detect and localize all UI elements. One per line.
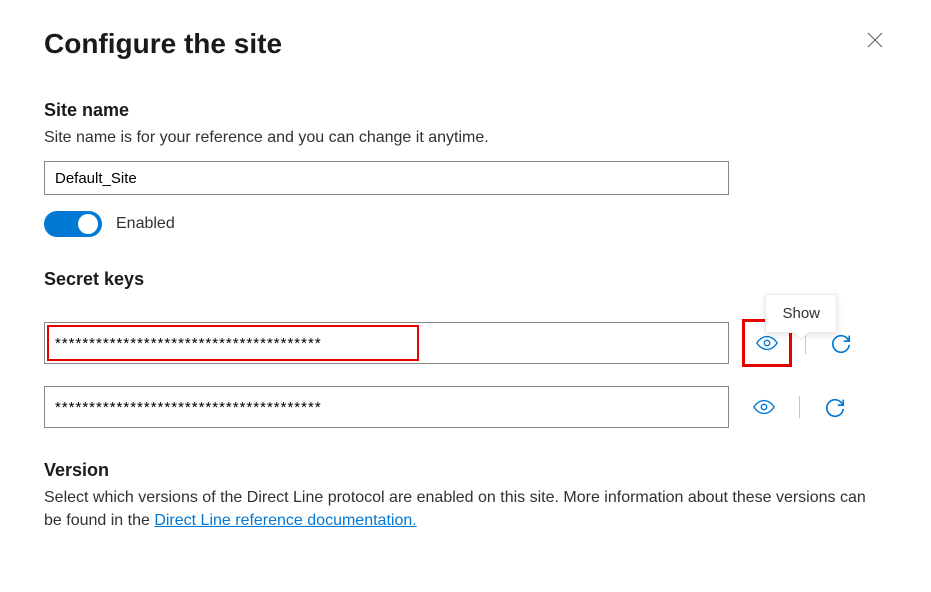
site-name-heading: Site name <box>44 100 887 121</box>
site-name-input[interactable] <box>44 161 729 195</box>
close-button[interactable] <box>863 28 887 52</box>
eye-icon <box>756 332 778 354</box>
direct-line-docs-link[interactable]: Direct Line reference documentation. <box>154 512 416 529</box>
divider <box>799 396 800 418</box>
secret-keys-heading: Secret keys <box>44 269 887 290</box>
page-title: Configure the site <box>44 28 282 60</box>
enabled-toggle-label: Enabled <box>116 215 175 233</box>
refresh-icon <box>824 396 846 418</box>
secret-key-2-input[interactable] <box>44 386 729 428</box>
site-name-description: Site name is for your reference and you … <box>44 127 887 149</box>
secret-key-1-input[interactable] <box>44 322 729 364</box>
regenerate-key-2-button[interactable] <box>818 390 852 424</box>
show-key-2-button[interactable] <box>747 390 781 424</box>
enabled-toggle[interactable] <box>44 211 102 237</box>
close-icon <box>867 32 883 48</box>
eye-icon <box>753 396 775 418</box>
show-tooltip: Show <box>765 294 837 333</box>
version-description: Select which versions of the Direct Line… <box>44 487 887 532</box>
refresh-icon <box>830 332 852 354</box>
version-heading: Version <box>44 460 887 481</box>
